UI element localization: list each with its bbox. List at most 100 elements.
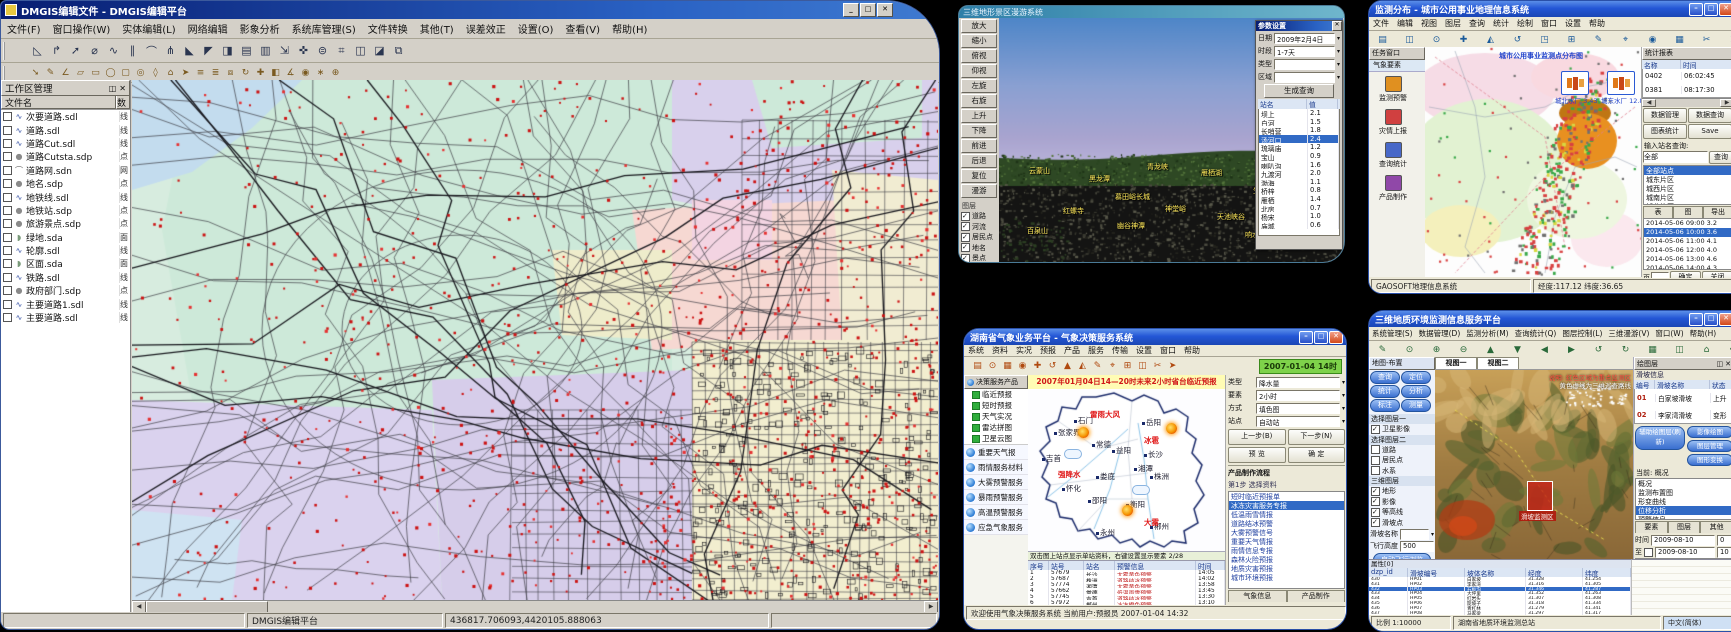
- file-row[interactable]: ● 旅游景点.sdp 点: [1, 217, 130, 230]
- tool-icon[interactable]: ➘: [28, 66, 43, 79]
- panel-tab[interactable]: 气象信息: [1228, 590, 1287, 602]
- province-map-view[interactable]: 石门常德张家界吉首怀化益阳岳阳长沙娄底邵阳湘潭株洲衡阳永州郴州雷雨大风冰雹强降水…: [1028, 389, 1225, 551]
- menu-item[interactable]: 窗口: [1537, 18, 1561, 29]
- menu-item[interactable]: 资料: [988, 345, 1012, 356]
- product-item[interactable]: 短时临近预报单: [1229, 492, 1344, 501]
- file-row[interactable]: ∿ 主要道路1.sdl 线: [1, 297, 130, 310]
- nav-button[interactable]: 俯视: [961, 49, 997, 63]
- toolbar-grip[interactable]: [3, 42, 20, 60]
- product-item[interactable]: 重要天气情报: [1229, 537, 1344, 546]
- layer-visibility-checkbox[interactable]: [3, 152, 12, 161]
- layer-visibility-checkbox[interactable]: [3, 219, 12, 228]
- panel-button[interactable]: 图表统计: [1643, 124, 1687, 139]
- dialog-close-button[interactable]: ✕: [1332, 21, 1342, 31]
- nav-button[interactable]: 仰视: [961, 64, 997, 78]
- map-canvas[interactable]: [132, 80, 938, 600]
- menu-item[interactable]: 图层: [1441, 18, 1465, 29]
- warning-rows[interactable]: 1 57679 长沙 大雾黄色预警 14:05 2 57687 株洲 道路结冰预…: [1028, 570, 1225, 606]
- file-row[interactable]: ● 政府部门.sdp 点: [1, 284, 130, 297]
- station-row[interactable]: 坝上 2.1: [1259, 109, 1339, 118]
- layer-visibility-checkbox[interactable]: [3, 206, 12, 215]
- layer-visibility-checkbox[interactable]: [3, 193, 12, 202]
- close-panel-icon[interactable]: ✕: [1725, 360, 1731, 368]
- panel-button[interactable]: 数据管理: [1643, 108, 1687, 123]
- panel-tab[interactable]: 产品制作: [1287, 590, 1346, 602]
- service-item[interactable]: 暴雨预警服务: [964, 490, 1028, 505]
- layer-visibility-checkbox[interactable]: [3, 313, 12, 322]
- tool-icon[interactable]: ➤: [1165, 360, 1180, 373]
- file-row[interactable]: ∿ 主要道路.sdl 线: [1, 311, 130, 324]
- field-value[interactable]: 自动站: [1256, 416, 1340, 427]
- geo-view[interactable]: 视图一视图二 说明: 红色区域为重点监测区 黄色虚线为三维巡查路线 滑坡监测区: [1435, 357, 1633, 559]
- tree-check-icon[interactable]: [972, 413, 980, 421]
- menu-item[interactable]: 帮助: [1585, 18, 1609, 29]
- product-item[interactable]: 道路结冰预警: [1229, 519, 1344, 528]
- menu-item[interactable]: 编辑: [1393, 18, 1417, 29]
- menu-item[interactable]: 帮助(H): [606, 21, 653, 36]
- slide-info-row[interactable]: 02 李家湾滑坡 变形: [1635, 406, 1731, 423]
- data-row[interactable]: 2014-05-06 13:00 4.6: [1644, 255, 1731, 264]
- file-row[interactable]: ◗ 区面.sda 面: [1, 257, 130, 270]
- tool-icon[interactable]: ✎: [1090, 360, 1105, 373]
- layer-check-row[interactable]: 道路: [1369, 445, 1435, 456]
- date-to-input[interactable]: 2009-08-10: [1655, 547, 1715, 558]
- maximize-button[interactable]: □: [1704, 3, 1718, 16]
- file-row[interactable]: ● 地铁站.sdp 点: [1, 204, 130, 217]
- tool-icon[interactable]: ∠: [58, 66, 73, 79]
- file-row[interactable]: ∿ 轮廓.sdl 线: [1, 244, 130, 257]
- tool-icon[interactable]: ✎: [1585, 33, 1612, 46]
- tree-check-icon[interactable]: [972, 391, 980, 399]
- attribute-rows[interactable]: 430 HP01 白家坡 31.328 41.254 431 HP02 李家湾 …: [1369, 577, 1631, 615]
- menu-item[interactable]: 误差效正: [460, 21, 512, 36]
- file-row[interactable]: ∿ 道路Cut.sdl 线: [1, 137, 130, 150]
- tool-icon[interactable]: ⇲: [275, 42, 294, 59]
- layer-checkbox[interactable]: [1371, 508, 1380, 517]
- dropdown-arrow-icon[interactable]: ▾: [1342, 418, 1345, 425]
- layer-visibility-checkbox[interactable]: [3, 139, 12, 148]
- station-row[interactable]: 喇叭沟 1.6: [1259, 161, 1339, 170]
- panel-tab[interactable]: 其他: [1700, 521, 1731, 533]
- district-list[interactable]: 全部站点城东片区城西片区城南片区城北片区高新片区: [1643, 165, 1731, 205]
- product-item[interactable]: 城市环境预报: [1229, 573, 1344, 582]
- menu-item[interactable]: 查看(V): [559, 21, 606, 36]
- mini-tab[interactable]: 表: [1643, 206, 1673, 218]
- service-item[interactable]: 高温预警服务: [964, 505, 1028, 520]
- tool-icon[interactable]: ↺: [1045, 360, 1060, 373]
- service-item[interactable]: 雨情服务材料: [964, 460, 1028, 475]
- file-row[interactable]: ● 道路Cutsta.sdp 点: [1, 150, 130, 163]
- layer-checkbox[interactable]: [1371, 445, 1380, 454]
- minimize-button[interactable]: –: [1689, 313, 1703, 326]
- layer-check-row[interactable]: 影像: [1369, 497, 1435, 508]
- datetime-badge[interactable]: 2007-01-04 14时: [1259, 359, 1342, 374]
- tree-item[interactable]: 天气实况: [964, 411, 1028, 422]
- tool-icon[interactable]: ↱: [47, 42, 66, 59]
- tool-icon[interactable]: ▥: [256, 42, 275, 59]
- tool-icon[interactable]: ⌀: [85, 42, 104, 59]
- station-row[interactable]: 汤河口 2.4: [1259, 135, 1339, 144]
- tool-icon[interactable]: ✚: [1450, 33, 1477, 46]
- side-button[interactable]: 影像绘图: [1687, 426, 1731, 438]
- field-value[interactable]: [1274, 59, 1335, 70]
- file-row[interactable]: ∿ 道路.sdl 线: [1, 123, 130, 136]
- service-item[interactable]: 应急气象服务: [964, 520, 1028, 535]
- layer-visibility-checkbox[interactable]: [3, 259, 12, 268]
- tool-icon[interactable]: ◯: [103, 66, 118, 79]
- tool-icon[interactable]: ✚: [1030, 360, 1045, 373]
- tool-icon[interactable]: ↺: [1585, 343, 1612, 356]
- step-button[interactable]: 预 览: [1228, 447, 1286, 463]
- tool-icon[interactable]: ▦: [1666, 33, 1693, 46]
- station-row[interactable]: 宝山 0.9: [1259, 152, 1339, 161]
- scroll-left-arrow[interactable]: ◀: [1642, 99, 1656, 107]
- dropdown-arrow-icon[interactable]: ▾: [1337, 74, 1340, 81]
- menu-item[interactable]: 窗口(W): [1652, 328, 1686, 339]
- tool-icon[interactable]: ➤: [178, 66, 193, 79]
- menu-item[interactable]: 文件转换: [362, 21, 414, 36]
- menu-item[interactable]: 文件(F): [1, 21, 47, 36]
- product-list[interactable]: 短时临近预报单冰冻灾害服务专报低温雨雪情报道路结冰预警大雾预警信号重要天气情报雨…: [1228, 491, 1345, 589]
- menu-item[interactable]: 帮助: [1180, 345, 1204, 356]
- roam-titlebar[interactable]: 三维地形景区漫游系统: [959, 6, 1344, 18]
- stats-row[interactable]: 0381 08:17:30: [1643, 83, 1731, 97]
- menu-item[interactable]: 监测分析(M): [1463, 328, 1511, 339]
- city-map-view[interactable]: 城市公用事业监测点分布图 城北水厂 3.43城东水厂 12.8: [1425, 47, 1641, 277]
- menu-item[interactable]: 图层控制(L): [1559, 328, 1605, 339]
